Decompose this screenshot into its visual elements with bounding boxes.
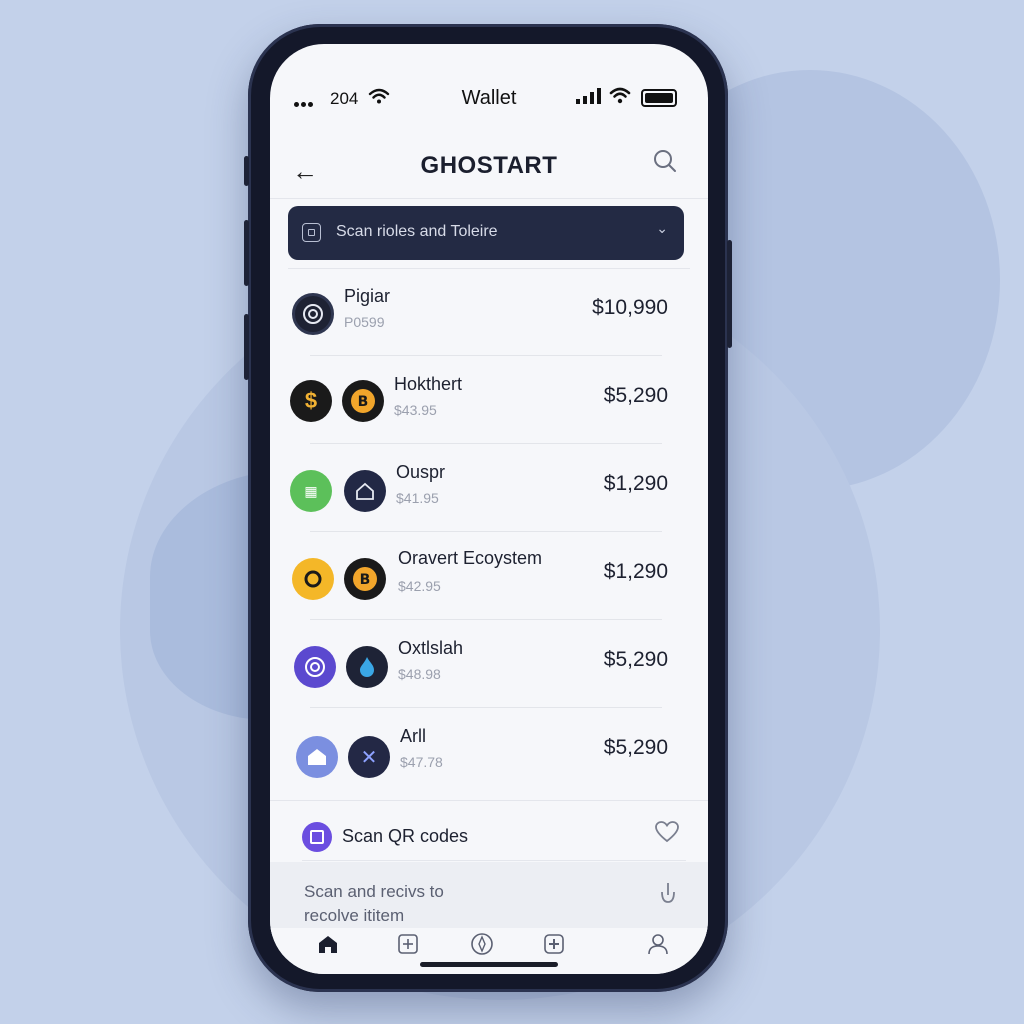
svg-text:B: B — [360, 572, 371, 588]
grid-coin-icon: ▦ — [290, 470, 332, 512]
profile-icon[interactable] — [642, 928, 674, 960]
scan-qr-label: Scan QR codes — [342, 826, 469, 846]
asset-sub: $48.98 — [398, 666, 441, 682]
asset-amount: $1,290 — [603, 560, 668, 583]
scan-dropdown-label: Scan rioles and Toleire — [336, 223, 498, 240]
cellular-signal-icon — [576, 88, 601, 104]
page-title: GHOSTART — [420, 152, 558, 179]
coin-icon — [292, 293, 334, 335]
divider — [310, 355, 662, 356]
plus-square-icon[interactable] — [538, 928, 570, 960]
wifi-icon — [609, 87, 631, 104]
battery-icon — [641, 89, 677, 107]
asset-row[interactable]: B Oravert Ecoystem $42.95 $1,290 — [288, 536, 684, 620]
asset-name: Hokthert — [394, 374, 463, 394]
divider — [310, 443, 662, 444]
divider — [270, 198, 708, 199]
asset-sub: P0599 — [344, 314, 385, 330]
house-icon — [356, 482, 374, 500]
asset-name: Pigiar — [344, 286, 391, 306]
asset-sub: $43.95 — [394, 402, 437, 418]
asset-sub: $47.78 — [400, 754, 443, 770]
asset-amount: $5,290 — [603, 648, 668, 671]
bitcoin-coin-icon: B — [344, 558, 386, 600]
asset-amount: $5,290 — [603, 384, 668, 407]
volume-down-button — [244, 314, 249, 380]
asset-sub: $42.95 — [398, 578, 441, 594]
home-coin-icon — [344, 470, 386, 512]
screen: 204 Wallet ← GHOSTART Scan rioles and To… — [270, 44, 708, 974]
power-button — [727, 240, 732, 348]
ghost-coin-icon — [303, 304, 323, 324]
receive-banner[interactable]: Scan and recivs to recolve ititem — [270, 862, 708, 934]
bitcoin-icon: B — [353, 567, 377, 591]
asset-row[interactable]: ▦ Ouspr $41.95 $1,290 — [288, 448, 684, 532]
compass-icon[interactable] — [466, 928, 498, 960]
status-bar: 204 Wallet — [270, 44, 708, 109]
phone-frame: 204 Wallet ← GHOSTART Scan rioles and To… — [244, 24, 732, 992]
house-coin-icon — [296, 736, 338, 778]
add-square-icon[interactable] — [392, 928, 424, 960]
heart-icon[interactable] — [654, 820, 680, 844]
chevron-down-icon: ⌄ — [656, 220, 668, 236]
asset-row[interactable]: Oxtlslah $48.98 $5,290 — [288, 624, 684, 708]
receive-line-2: recolve ititem — [304, 906, 405, 925]
asset-amount: $10,990 — [592, 296, 668, 319]
ring-coin-icon — [292, 558, 334, 600]
divider — [310, 707, 662, 708]
asset-name: Ouspr — [396, 462, 446, 482]
volume-up-button — [244, 220, 249, 286]
home-indicator — [420, 962, 558, 967]
qr-scan-icon — [302, 822, 332, 852]
house-icon — [308, 749, 326, 765]
bitcoin-icon: B — [351, 389, 375, 413]
dollar-coin-icon: $ — [290, 380, 332, 422]
asset-name: Oravert Ecoystem — [398, 548, 543, 568]
x-coin-icon: ✕ — [348, 736, 390, 778]
asset-amount: $5,290 — [603, 736, 668, 759]
search-icon[interactable] — [652, 148, 678, 174]
target-icon — [305, 657, 325, 677]
scan-qr-row[interactable]: Scan QR codes — [270, 804, 708, 864]
asset-sub: $41.95 — [396, 490, 439, 506]
asset-row[interactable]: ✕ Arll $47.78 $5,290 — [288, 712, 684, 796]
divider — [288, 268, 690, 269]
divider — [270, 800, 708, 801]
scan-dropdown[interactable]: Scan rioles and Toleire ⌄ — [288, 206, 684, 260]
bitcoin-coin-icon: B — [342, 380, 384, 422]
download-icon[interactable] — [656, 880, 680, 906]
side-button — [244, 156, 249, 186]
home-icon[interactable] — [312, 928, 344, 960]
scan-icon — [302, 223, 321, 242]
receive-line-1: Scan and recivs to — [304, 882, 444, 901]
asset-name: Arll — [400, 726, 426, 746]
bottom-nav — [270, 928, 708, 974]
divider — [302, 860, 686, 861]
divider — [310, 619, 662, 620]
asset-row[interactable]: Pigiar P0599 $10,990 — [288, 272, 684, 356]
flame-coin-icon — [346, 646, 388, 688]
flame-icon — [360, 657, 374, 677]
ring-icon — [304, 570, 322, 588]
asset-amount: $1,290 — [603, 472, 668, 495]
asset-row[interactable]: $ B Hokthert $43.95 $5,290 — [288, 360, 684, 444]
divider — [310, 531, 662, 532]
asset-name: Oxtlslah — [398, 638, 464, 658]
app-header: ← GHOSTART — [270, 144, 708, 204]
target-coin-icon — [294, 646, 336, 688]
svg-text:B: B — [358, 394, 369, 410]
